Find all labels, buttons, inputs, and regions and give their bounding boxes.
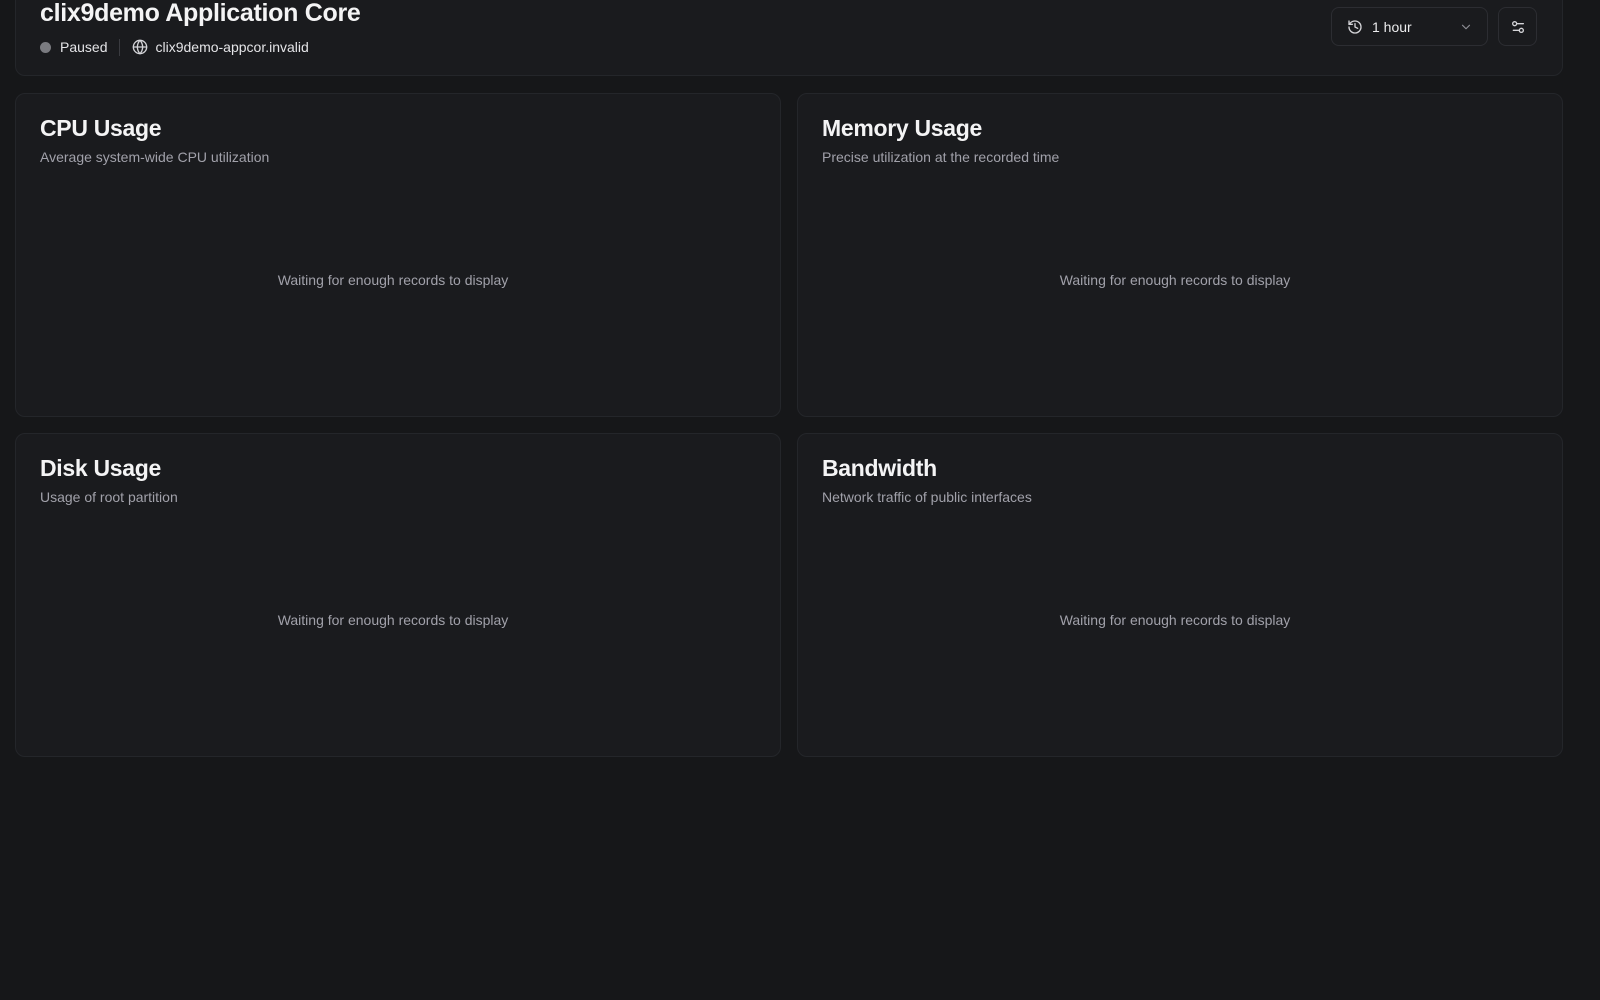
status-label: Paused bbox=[60, 39, 108, 55]
card-title: Bandwidth bbox=[822, 455, 937, 481]
chart-settings-button[interactable] bbox=[1498, 7, 1537, 46]
card-title: CPU Usage bbox=[40, 115, 162, 141]
history-icon bbox=[1347, 19, 1363, 35]
card-title: Disk Usage bbox=[40, 455, 162, 481]
time-range-select[interactable]: 1 hour bbox=[1331, 7, 1488, 46]
empty-state-message: Waiting for enough records to display bbox=[1059, 612, 1291, 628]
sliders-icon bbox=[1510, 19, 1526, 35]
card-subtitle: Average system-wide CPU utilization bbox=[40, 149, 270, 165]
chevron-down-icon bbox=[1459, 20, 1473, 34]
bandwidth-card: Bandwidth Network traffic of public inte… bbox=[797, 433, 1563, 757]
card-subtitle: Network traffic of public interfaces bbox=[822, 489, 1032, 505]
meta-divider bbox=[119, 38, 121, 56]
system-meta: Paused clix9demo-appcor.invalid bbox=[40, 38, 309, 56]
empty-state-message: Waiting for enough records to display bbox=[277, 612, 509, 628]
cpu-usage-card: CPU Usage Average system-wide CPU utiliz… bbox=[15, 93, 781, 417]
empty-state-message: Waiting for enough records to display bbox=[1059, 272, 1291, 288]
status-dot-icon bbox=[40, 41, 51, 53]
card-subtitle: Precise utilization at the recorded time bbox=[822, 149, 1060, 165]
globe-icon bbox=[132, 39, 148, 55]
empty-state-message: Waiting for enough records to display bbox=[277, 272, 509, 288]
system-header: clix9demo Application Core Paused clix9d… bbox=[15, 0, 1563, 76]
card-title: Memory Usage bbox=[822, 115, 983, 141]
page-title: clix9demo Application Core bbox=[40, 0, 361, 27]
host-address: clix9demo-appcor.invalid bbox=[155, 39, 309, 55]
card-subtitle: Usage of root partition bbox=[40, 489, 178, 505]
disk-usage-card: Disk Usage Usage of root partition Waiti… bbox=[15, 433, 781, 757]
time-range-value: 1 hour bbox=[1372, 18, 1412, 35]
memory-usage-card: Memory Usage Precise utilization at the … bbox=[797, 93, 1563, 417]
